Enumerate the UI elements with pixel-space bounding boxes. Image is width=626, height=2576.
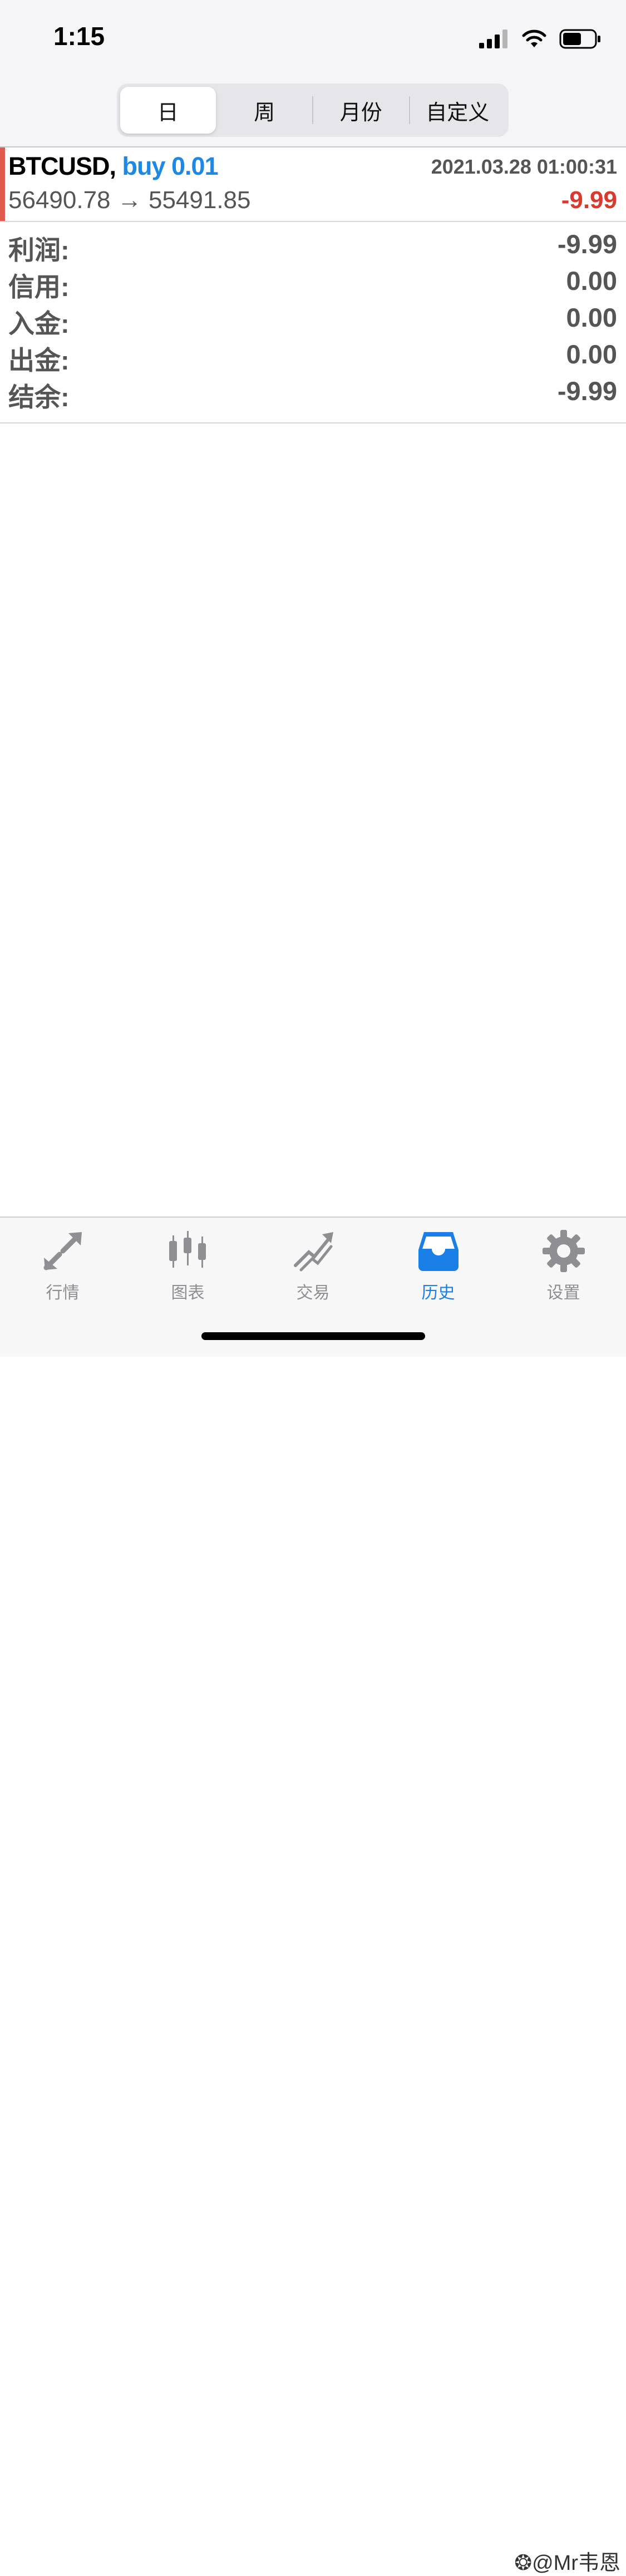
wifi-icon: [522, 29, 546, 47]
trade-chart-icon: [293, 1232, 333, 1272]
summary-row-deposit: 入金: 0.00: [0, 302, 626, 339]
status-icons: [479, 27, 602, 51]
gear-icon: [542, 1230, 585, 1272]
trade-symbol: BTCUSD,: [8, 152, 116, 180]
tab-label: 设置: [546, 1284, 580, 1302]
tab-label: 交易: [296, 1284, 330, 1302]
segment-month[interactable]: 月份: [313, 87, 409, 134]
summary-label: 信用:: [8, 272, 70, 302]
history-summary: 利润: -9.99 信用: 0.00 入金: 0.00 出金: 0.00 结余:…: [0, 222, 626, 423]
history-tray-icon: [418, 1232, 459, 1271]
segment-day[interactable]: 日: [120, 87, 216, 134]
trade-prices: 56490.78 → 55491.85: [8, 186, 251, 214]
tab-trade[interactable]: 交易: [250, 1229, 376, 1312]
tab-label: 图表: [171, 1284, 205, 1302]
cellular-signal-icon: [479, 29, 507, 48]
quotes-arrows-icon: [43, 1232, 82, 1270]
trade-side-indicator: [0, 147, 5, 221]
summary-value: -9.99: [557, 376, 617, 406]
battery-icon: [559, 29, 600, 49]
watermark-logo-icon: ❂: [514, 2552, 533, 2575]
status-bar: 1:15: [0, 0, 626, 72]
trade-profit: -9.99: [561, 186, 617, 214]
trade-history-row[interactable]: BTCUSD, buy 0.01 2021.03.28 01:00:31 564…: [0, 147, 626, 222]
segment-week[interactable]: 周: [217, 87, 313, 134]
tab-history[interactable]: 历史: [376, 1229, 501, 1312]
summary-label: 出金:: [8, 346, 70, 375]
period-selector-area: 日 周 月份 自定义: [0, 72, 626, 147]
summary-label: 入金:: [8, 309, 70, 338]
candlestick-chart-icon: [169, 1231, 206, 1268]
summary-value: 0.00: [566, 303, 617, 332]
watermark: ❂@Mr韦恩: [514, 2545, 620, 2576]
watermark-text: @Mr韦恩: [532, 2552, 620, 2575]
trade-datetime: 2021.03.28 01:00:31: [431, 155, 617, 178]
status-time: 1:15: [53, 22, 105, 51]
segment-custom[interactable]: 自定义: [410, 87, 506, 134]
tab-quotes[interactable]: 行情: [0, 1229, 125, 1312]
tab-label: 行情: [46, 1284, 80, 1302]
period-segmented-control: 日 周 月份 自定义: [117, 83, 509, 137]
tab-label: 历史: [421, 1284, 455, 1302]
summary-value: 0.00: [566, 266, 617, 295]
summary-row-credit: 信用: 0.00: [0, 265, 626, 302]
summary-value: 0.00: [566, 339, 617, 369]
summary-row-balance: 结余: -9.99: [0, 376, 626, 412]
trade-symbol-line: BTCUSD, buy 0.01: [8, 152, 219, 181]
trade-side-volume: buy 0.01: [122, 152, 219, 180]
tab-settings[interactable]: 设置: [501, 1229, 626, 1312]
summary-label: 结余:: [8, 382, 70, 412]
tab-charts[interactable]: 图表: [125, 1229, 250, 1312]
summary-row-withdrawal: 出金: 0.00: [0, 339, 626, 376]
summary-value: -9.99: [557, 229, 617, 259]
summary-label: 利润:: [8, 235, 70, 265]
summary-row-profit: 利润: -9.99: [0, 229, 626, 265]
home-indicator: [201, 1332, 425, 1340]
